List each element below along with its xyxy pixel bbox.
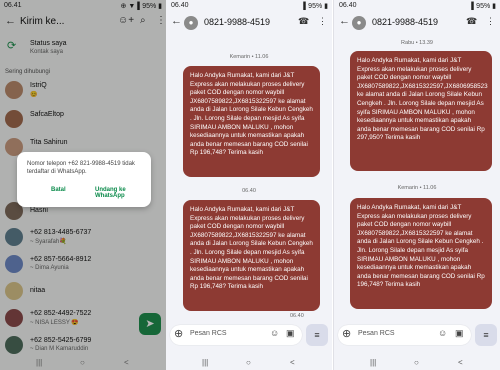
- recents-icon[interactable]: |||: [202, 358, 208, 367]
- back-nav-icon[interactable]: <: [124, 358, 129, 367]
- app-bar: ← ● 0821-9988-4519 ☎ ⋮: [166, 12, 332, 34]
- contact-avatar: ●: [352, 16, 366, 30]
- invite-to-whatsapp-button[interactable]: Undang ke WhatsApp: [95, 187, 151, 199]
- message-bubble[interactable]: Halo Andyka Rumakat, kami dari J&T Expre…: [350, 51, 492, 171]
- back-nav-icon[interactable]: <: [458, 358, 463, 367]
- timestamp: Rabu • 13.39: [401, 40, 433, 46]
- more-options-icon[interactable]: ⋮: [486, 16, 495, 27]
- emoji-icon[interactable]: ☺: [270, 328, 279, 338]
- cancel-button[interactable]: Batal: [51, 187, 66, 193]
- system-nav-bar: ||| ○ <: [0, 356, 166, 370]
- status-time: 06.40: [171, 2, 189, 9]
- conversation-number: 0821-9988-4519: [372, 17, 439, 27]
- home-icon[interactable]: ○: [80, 358, 85, 367]
- system-nav-bar: ||| ○ <: [334, 356, 500, 370]
- status-indicators: ▌95% ▮: [303, 3, 328, 10]
- whatsapp-send-to-panel: 06.41 ⊕ ▼ ▌95% ▮ ← Kirim ke... ☺+ ⌕ ⋮ ⟳ …: [0, 0, 166, 370]
- status-indicators: ▌95% ▮: [471, 3, 496, 10]
- recents-icon[interactable]: |||: [370, 358, 376, 367]
- system-nav-bar: ||| ○ <: [166, 356, 332, 370]
- phone-icon[interactable]: ☎: [466, 16, 477, 27]
- message-bubble[interactable]: Halo Andyka Rumakat, kami dari J&T Expre…: [183, 66, 320, 177]
- emoji-icon[interactable]: ☺: [438, 328, 447, 338]
- recents-icon[interactable]: |||: [36, 358, 42, 367]
- not-on-whatsapp-dialog: Nomor telepon +62 821-9988-4519 tidak te…: [17, 152, 151, 207]
- status-bar: 06.40 ▌95% ▮: [166, 0, 332, 12]
- compose-bar: ⊕ Pesan RCS ☺ ▣: [170, 325, 302, 345]
- message-input[interactable]: Pesan RCS: [358, 330, 395, 337]
- voice-input-button[interactable]: ≡: [475, 324, 497, 346]
- status-bar: 06.40 ▌95% ▮: [334, 0, 500, 12]
- messages-panel-middle: 06.40 ▌95% ▮ ← ● 0821-9988-4519 ☎ ⋮ Kema…: [166, 0, 332, 370]
- messages-panel-right: 06.40 ▌95% ▮ ← ● 0821-9988-4519 ☎ ⋮ Rabu…: [333, 0, 500, 370]
- conversation-number: 0821-9988-4519: [204, 17, 271, 27]
- back-arrow-icon[interactable]: ←: [171, 15, 182, 27]
- timestamp: 06.40: [242, 188, 256, 194]
- home-icon[interactable]: ○: [414, 358, 419, 367]
- compose-bar: ⊕ Pesan RCS ☺ ▣: [338, 325, 471, 345]
- message-input[interactable]: Pesan RCS: [190, 330, 227, 337]
- more-options-icon[interactable]: ⋮: [318, 16, 327, 27]
- plus-icon[interactable]: ⊕: [174, 327, 183, 340]
- contact-avatar: ●: [184, 16, 198, 30]
- dialog-message: Nomor telepon +62 821-9988-4519 tidak te…: [27, 161, 135, 175]
- phone-icon[interactable]: ☎: [298, 16, 309, 27]
- gallery-icon[interactable]: ▣: [455, 328, 464, 339]
- timestamp: Kemarin • 11.06: [229, 54, 269, 60]
- message-time: 06.40: [290, 313, 304, 319]
- home-icon[interactable]: ○: [246, 358, 251, 367]
- app-bar: ← ● 0821-9988-4519 ☎ ⋮: [334, 12, 500, 34]
- status-time: 06.40: [339, 2, 357, 9]
- gallery-icon[interactable]: ▣: [286, 328, 295, 339]
- message-bubble[interactable]: Halo Andyka Rumakat, kami dari J&T Expre…: [183, 200, 320, 311]
- timestamp: Kemarin • 11.06: [397, 185, 437, 191]
- plus-icon[interactable]: ⊕: [342, 327, 351, 340]
- voice-input-button[interactable]: ≡: [306, 324, 328, 346]
- message-bubble[interactable]: Halo Andyka Rumakat, kami dari J&T Expre…: [350, 198, 492, 309]
- back-arrow-icon[interactable]: ←: [339, 15, 350, 27]
- back-nav-icon[interactable]: <: [290, 358, 295, 367]
